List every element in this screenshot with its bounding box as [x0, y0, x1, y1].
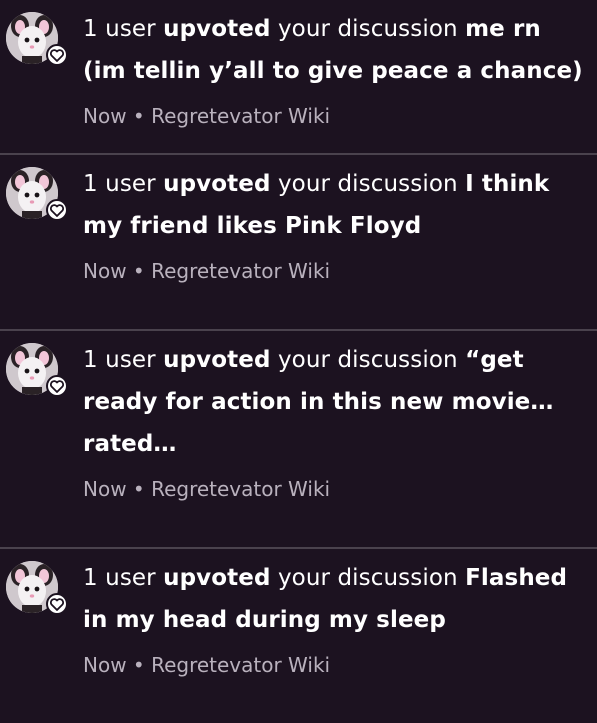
message-middle: your discussion [277, 565, 458, 591]
timestamp: Now [83, 259, 127, 283]
message-middle: your discussion [277, 347, 458, 373]
timestamp: Now [83, 653, 127, 677]
wiki-name[interactable]: Regretevator Wiki [151, 259, 330, 283]
notification-meta: Now • Regretevator Wiki [83, 247, 583, 307]
notification-item[interactable]: 1 user upvoted your discussion me rn (im… [0, 0, 597, 155]
user-count: 1 user [83, 171, 156, 197]
meta-separator: • [132, 259, 145, 283]
message-middle: your discussion [277, 171, 458, 197]
avatar[interactable] [6, 561, 68, 621]
heart-icon [46, 593, 68, 615]
notification-meta: Now • Regretevator Wiki [83, 92, 583, 152]
avatar[interactable] [6, 12, 68, 72]
user-count: 1 user [83, 565, 156, 591]
notification-message: 1 user upvoted your discussion me rn (im… [83, 8, 583, 92]
notification-message: 1 user upvoted your discussion “get read… [83, 339, 583, 465]
heart-icon [46, 199, 68, 221]
timestamp: Now [83, 477, 127, 501]
meta-separator: • [132, 104, 145, 128]
action-verb: upvoted [163, 16, 271, 42]
notification-message: 1 user upvoted your discussion I think m… [83, 163, 583, 247]
message-middle: your discussion [277, 16, 458, 42]
meta-separator: • [132, 653, 145, 677]
notification-list: 1 user upvoted your discussion me rn (im… [0, 0, 597, 723]
notification-meta: Now • Regretevator Wiki [83, 641, 583, 701]
wiki-name[interactable]: Regretevator Wiki [151, 477, 330, 501]
action-verb: upvoted [163, 171, 271, 197]
wiki-name[interactable]: Regretevator Wiki [151, 104, 330, 128]
notification-message: 1 user upvoted your discussion Flashed i… [83, 557, 583, 641]
heart-icon [46, 375, 68, 397]
meta-separator: • [132, 477, 145, 501]
wiki-name[interactable]: Regretevator Wiki [151, 653, 330, 677]
timestamp: Now [83, 104, 127, 128]
notification-meta: Now • Regretevator Wiki [83, 465, 583, 525]
action-verb: upvoted [163, 565, 271, 591]
user-count: 1 user [83, 16, 156, 42]
heart-icon [46, 44, 68, 66]
notification-item[interactable]: 1 user upvoted your discussion Flashed i… [0, 549, 597, 723]
user-count: 1 user [83, 347, 156, 373]
notification-item[interactable]: 1 user upvoted your discussion I think m… [0, 155, 597, 331]
notification-item[interactable]: 1 user upvoted your discussion “get read… [0, 331, 597, 549]
avatar[interactable] [6, 167, 68, 227]
action-verb: upvoted [163, 347, 271, 373]
avatar[interactable] [6, 343, 68, 403]
